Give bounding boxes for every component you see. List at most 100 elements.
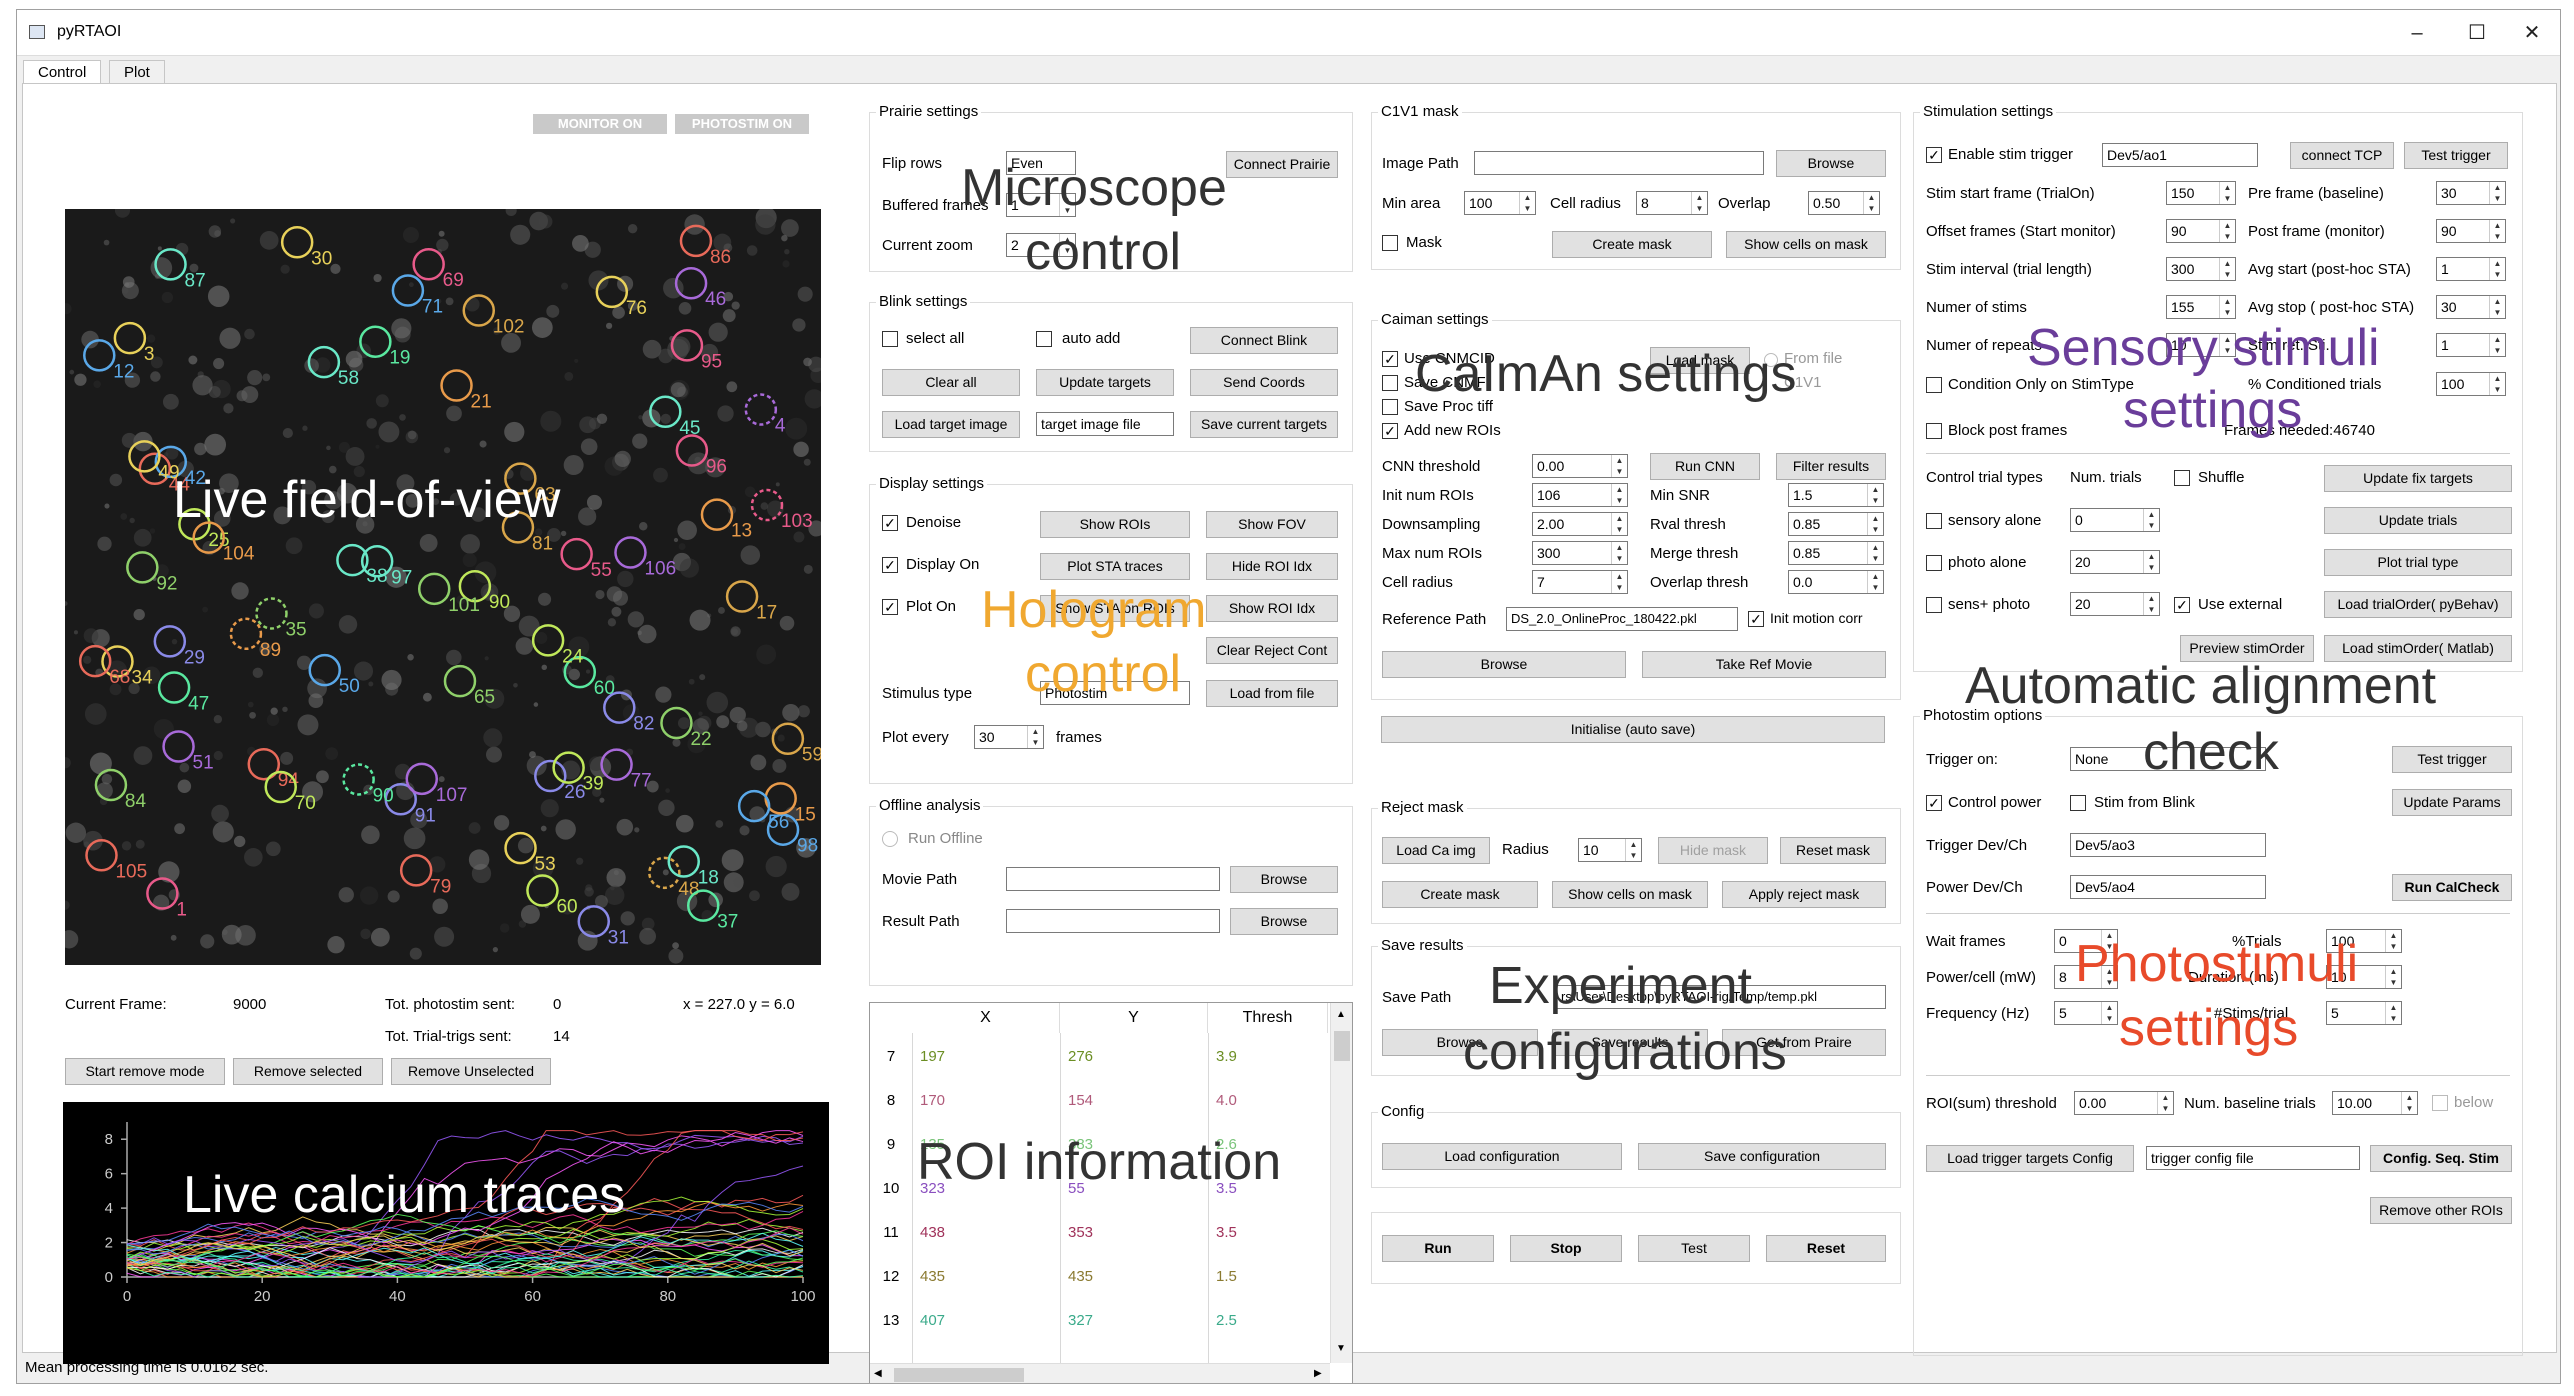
connect-tcp-button[interactable]: connect TCP xyxy=(2290,142,2394,169)
reset-button[interactable]: Reset xyxy=(1766,1235,1886,1262)
start-remove-mode-button[interactable]: Start remove mode xyxy=(65,1058,225,1085)
run-calcheck-button[interactable]: Run CalCheck xyxy=(2392,874,2512,901)
roi-table-cell-thresh[interactable]: 3.5 xyxy=(1216,1169,1316,1209)
stim-from-blink-checkbox[interactable] xyxy=(2070,795,2086,811)
save-cnmf-checkbox[interactable] xyxy=(1382,375,1398,391)
flip-rows-select[interactable]: Even xyxy=(1006,151,1076,175)
roi-table-row-number[interactable]: 12 xyxy=(870,1257,912,1297)
update-targets-button[interactable]: Update targets xyxy=(1036,369,1174,396)
sens-photo-checkbox[interactable] xyxy=(1926,597,1942,613)
roi-sum-threshold-input[interactable]: 0.00 ▲ ▼ xyxy=(2074,1091,2174,1115)
stim-trigger-dev-input[interactable]: Dev5/ao1 xyxy=(2102,143,2258,167)
offset-frames-input[interactable]: 90 ▲ ▼ xyxy=(2166,219,2236,243)
roi-table-cell-thresh[interactable]: 2.5 xyxy=(1216,1301,1316,1341)
show-fov-button[interactable]: Show FOV xyxy=(1206,511,1338,538)
stim-ret-input[interactable]: 1 ▲ ▼ xyxy=(2436,333,2506,357)
remove-other-rois-button[interactable]: Remove other ROIs xyxy=(2370,1197,2512,1224)
test-button[interactable]: Test xyxy=(1638,1235,1750,1262)
load-trigger-targets-button[interactable]: Load trigger targets Config xyxy=(1926,1145,2134,1172)
show-roi-idx-button[interactable]: Show ROI Idx xyxy=(1206,595,1338,622)
post-frame-input[interactable]: 90 ▲ ▼ xyxy=(2436,219,2506,243)
clear-reject-cont-button[interactable]: Clear Reject Cont xyxy=(1206,637,1338,664)
run-button[interactable]: Run xyxy=(1382,1235,1494,1262)
roi-table-cell-y[interactable]: 55 xyxy=(1068,1169,1198,1209)
update-fix-targets-button[interactable]: Update fix targets xyxy=(2324,465,2512,492)
roi-table-cell-x[interactable]: 407 xyxy=(920,1301,1050,1341)
roi-table-cell-x[interactable]: 438 xyxy=(920,1213,1050,1253)
c1v1-create-mask-button[interactable]: Create mask xyxy=(1552,231,1712,258)
result-path-input[interactable] xyxy=(1006,909,1220,933)
condition-only-checkbox[interactable] xyxy=(1926,377,1942,393)
load-configuration-button[interactable]: Load configuration xyxy=(1382,1143,1622,1170)
roi-table-cell-x[interactable]: 323 xyxy=(920,1169,1050,1209)
plot-trial-type-button[interactable]: Plot trial type xyxy=(2324,549,2512,576)
init-motion-checkbox[interactable]: ✓ xyxy=(1748,611,1764,627)
from-file-radio[interactable] xyxy=(1764,353,1778,367)
add-new-rois-checkbox[interactable]: ✓ xyxy=(1382,423,1398,439)
reference-browse-button[interactable]: Browse xyxy=(1382,651,1626,678)
save-path-input[interactable]: rs\User\Desktop\pyRTAOI-rig/Temp/temp.pk… xyxy=(1556,985,1886,1009)
shuffle-checkbox[interactable] xyxy=(2174,470,2190,486)
roi-table-cell-thresh[interactable]: 1.5 xyxy=(1216,1257,1316,1297)
min-snr-input[interactable]: 1.5 ▲ ▼ xyxy=(1788,483,1884,507)
trigger-config-file-input[interactable]: trigger config file xyxy=(2146,1146,2360,1170)
roi-table-row-number[interactable]: 9 xyxy=(870,1125,912,1165)
save-results-button[interactable]: Save results xyxy=(1552,1029,1708,1056)
c1v1-overlap-input[interactable]: 0.50 ▲ ▼ xyxy=(1808,191,1880,215)
num-baseline-input[interactable]: 10.00 ▲ ▼ xyxy=(2332,1091,2418,1115)
image-browse-button[interactable]: Browse xyxy=(1776,150,1886,177)
reject-create-mask-button[interactable]: Create mask xyxy=(1382,881,1538,908)
show-sta-on-rois-button[interactable]: Show STA on ROIs xyxy=(1040,595,1190,622)
roi-table-cell-y[interactable]: 327 xyxy=(1068,1301,1198,1341)
get-from-prairie-button[interactable]: Get from Praire xyxy=(1722,1029,1886,1056)
reject-show-cells-button[interactable]: Show cells on mask xyxy=(1552,881,1708,908)
use-external-checkbox[interactable]: ✓ xyxy=(2174,597,2190,613)
photo-alone-input[interactable]: 20 ▲ ▼ xyxy=(2070,550,2160,574)
max-num-rois-input[interactable]: 300 ▲ ▼ xyxy=(1532,541,1628,565)
downsampling-input[interactable]: 2.00 ▲ ▼ xyxy=(1532,512,1628,536)
load-trialorder-pybehav-button[interactable]: Load trialOrder( pyBehav) xyxy=(2324,591,2512,618)
roi-table-cell-x[interactable]: 135 xyxy=(920,1125,1050,1165)
roi-table-cell-thresh[interactable]: 3.5 xyxy=(1216,1213,1316,1253)
update-params-button[interactable]: Update Params xyxy=(2392,789,2512,816)
mask-checkbox[interactable] xyxy=(1382,235,1398,251)
reset-mask-button[interactable]: Reset mask xyxy=(1780,837,1886,864)
maximize-button[interactable]: ☐ xyxy=(2462,18,2492,48)
photo-alone-checkbox[interactable] xyxy=(1926,555,1942,571)
roi-table-row-number[interactable]: 8 xyxy=(870,1081,912,1121)
send-coords-button[interactable]: Send Coords xyxy=(1190,369,1338,396)
minimize-button[interactable]: – xyxy=(2402,18,2432,48)
pre-frame-input[interactable]: 30 ▲ ▼ xyxy=(2436,181,2506,205)
hide-roi-idx-button[interactable]: Hide ROI Idx xyxy=(1206,553,1338,580)
enable-stim-trigger-checkbox[interactable]: ✓ xyxy=(1926,147,1942,163)
close-button[interactable]: ✕ xyxy=(2517,18,2547,48)
block-post-checkbox[interactable] xyxy=(1926,423,1942,439)
pct-trials-input[interactable]: 100 ▲ ▼ xyxy=(2326,929,2402,953)
save-browse-button[interactable]: Browse xyxy=(1382,1029,1538,1056)
apply-reject-mask-button[interactable]: Apply reject mask xyxy=(1722,881,1886,908)
pct-conditioned-input[interactable]: 100 ▲ ▼ xyxy=(2436,372,2506,396)
wait-frames-input[interactable]: 0 ▲ ▼ xyxy=(2054,929,2118,953)
save-current-targets-button[interactable]: Save current targets xyxy=(1190,411,1338,438)
tab-plot[interactable]: Plot xyxy=(109,60,165,84)
result-browse-button[interactable]: Browse xyxy=(1230,908,1338,935)
hide-mask-button[interactable]: Hide mask xyxy=(1658,837,1768,864)
display-on-checkbox[interactable]: ✓ xyxy=(882,557,898,573)
avg-start-input[interactable]: 1 ▲ ▼ xyxy=(2436,257,2506,281)
config-seq-stim-button[interactable]: Config. Seq. Stim xyxy=(2370,1145,2512,1172)
reference-path-input[interactable]: DS_2.0_OnlineProc_180422.pkl xyxy=(1506,607,1738,631)
load-stimorder-matlab-button[interactable]: Load stimOrder( Matlab) xyxy=(2324,635,2512,662)
live-fov-view[interactable]: 55 17 92 4 71 53 87 86 90 29 21 60 95 59 35 77 98 34 97 105… xyxy=(65,209,821,965)
load-mask-button[interactable]: Load mask xyxy=(1650,347,1750,374)
run-cnn-button[interactable]: Run CNN xyxy=(1650,453,1760,480)
filter-results-button[interactable]: Filter results xyxy=(1776,453,1886,480)
trigger-on-select[interactable]: None xyxy=(2070,747,2266,771)
roi-table-cell-x[interactable]: 435 xyxy=(920,1257,1050,1297)
roi-table-row-number[interactable]: 13 xyxy=(870,1301,912,1341)
sensory-alone-checkbox[interactable] xyxy=(1926,513,1942,529)
roi-table-header-y[interactable]: Y xyxy=(1060,1003,1208,1033)
buffered-frames-input[interactable]: 1 ▲ ▼ xyxy=(1006,193,1076,217)
roi-table-cell-y[interactable]: 353 xyxy=(1068,1213,1198,1253)
rval-thresh-input[interactable]: 0.85 ▲ ▼ xyxy=(1788,512,1884,536)
initialise-button[interactable]: Initialise (auto save) xyxy=(1381,716,1885,743)
